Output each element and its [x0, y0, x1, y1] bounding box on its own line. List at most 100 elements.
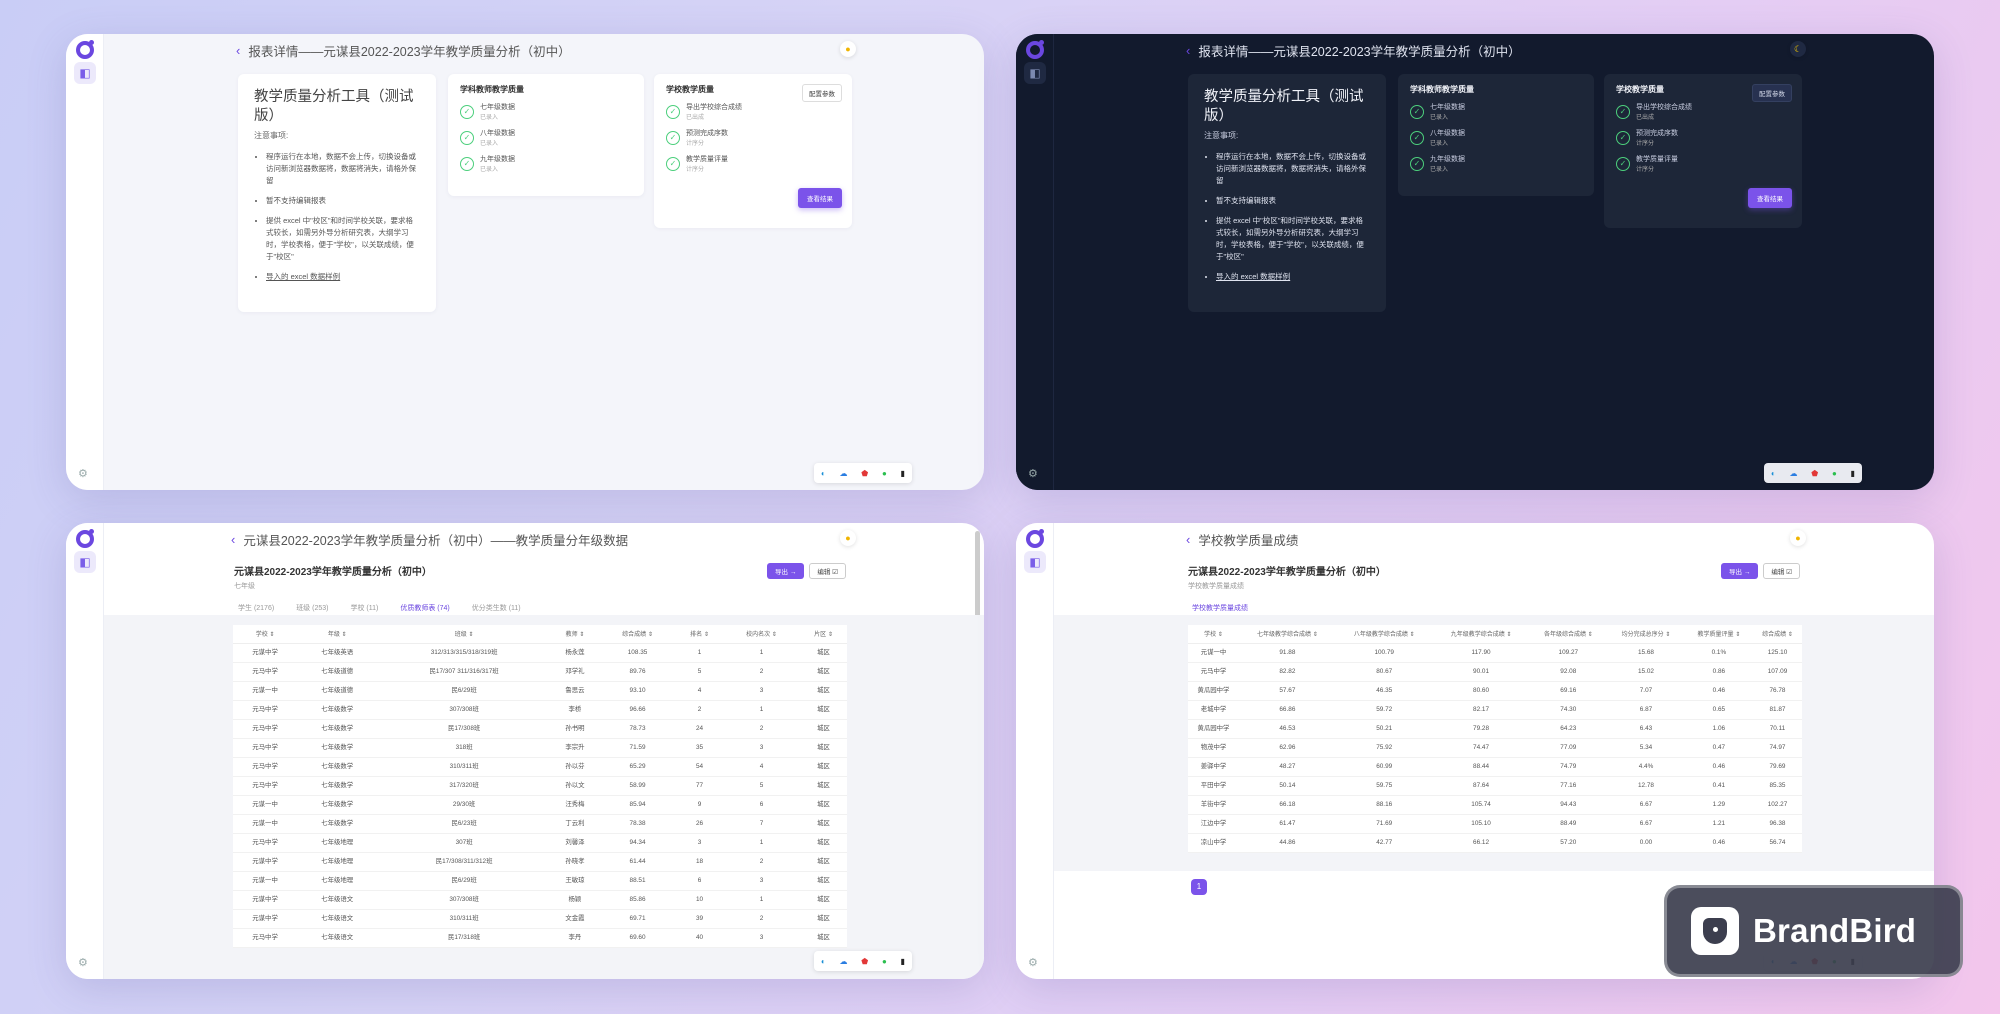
table-row[interactable]: 凉山中学 44.86 42.77 66.12 57.20 0.00 0.46 56.74 — [1188, 833, 1802, 853]
bookmark-icon[interactable]: ▮ — [1851, 469, 1855, 478]
column-header[interactable]: 年级 ⇕ — [297, 625, 378, 644]
column-header[interactable]: 各年级综合成绩 ⇕ — [1529, 625, 1608, 644]
cloud-icon[interactable]: ☁ — [840, 957, 848, 966]
config-button[interactable]: 配置参数 — [802, 84, 842, 102]
view-result-button[interactable]: 查看结果 — [1748, 188, 1792, 208]
pagination-page[interactable]: 1 — [1191, 879, 1207, 895]
theme-toggle-sun-icon[interactable]: ● — [1790, 530, 1806, 546]
table-row[interactable]: 元马中学 七年级数学 317/320班 孙以文 58.99 77 5 城区 — [233, 776, 847, 796]
settings-icon[interactable]: ⚙ — [1028, 956, 1038, 969]
sample-link[interactable]: 导入的 excel 数据样例 — [266, 271, 420, 283]
table-row[interactable]: 元谋中学 七年级语文 310/311班 文金霞 69.71 39 2 城区 — [233, 909, 847, 929]
table-row[interactable]: 元马中学 七年级数学 307/308班 李桥 96.66 2 1 城区 — [233, 700, 847, 720]
step-item[interactable]: ✓ 七年级数据 已录入 — [460, 103, 632, 121]
table-row[interactable]: 平田中学 50.14 59.75 87.64 77.16 12.78 0.41 85.35 — [1188, 776, 1802, 796]
export-button[interactable]: 导出 → — [767, 563, 805, 579]
back-arrow-icon[interactable]: ‹ — [236, 43, 240, 58]
table-row[interactable]: 江边中学 61.47 71.69 105.10 88.49 6.67 1.21 96.38 — [1188, 814, 1802, 834]
step-item[interactable]: ✓ 导出学校综合成绩 已出成 — [666, 103, 840, 121]
cloud-icon[interactable]: ☁ — [840, 469, 848, 478]
shield-icon[interactable]: ⬟ — [1811, 469, 1818, 478]
step-item[interactable]: ✓ 八年级数据 已录入 — [1410, 129, 1582, 147]
table-row[interactable]: 元马中学 七年级数学 318班 李宗升 71.59 35 3 城区 — [233, 738, 847, 758]
column-header[interactable]: 班级 ⇕ — [377, 625, 551, 644]
table-row[interactable]: 元马中学 七年级数学 310/311班 孙以芬 65.29 54 4 城区 — [233, 757, 847, 777]
back-arrow-icon[interactable]: ‹ — [1186, 532, 1190, 547]
settings-icon[interactable]: ⚙ — [78, 956, 88, 969]
table-row[interactable]: 元谋一中 七年级道德 民6/29班 鲁思云 93.10 4 3 城区 — [233, 681, 847, 701]
table-row[interactable]: 元谋中学 七年级地理 民17/308/311/312班 孙晓孝 61.44 18 2 城区 — [233, 852, 847, 872]
shield-icon[interactable]: ⬟ — [861, 957, 868, 966]
step-item[interactable]: ✓ 预测完成序数 计序分 — [1616, 129, 1790, 147]
back-arrow-icon[interactable]: ‹ — [1186, 43, 1190, 58]
export-button[interactable]: 导出 → — [1721, 563, 1759, 579]
sample-link[interactable]: 导入的 excel 数据样例 — [1216, 271, 1370, 283]
shield-icon[interactable]: ⬟ — [861, 469, 868, 478]
sidebar-toggle-icon[interactable]: ◧ — [1024, 62, 1046, 84]
column-header[interactable]: 教师 ⇕ — [550, 625, 599, 644]
table-row[interactable]: 黄瓜园中学 57.67 46.35 80.60 69.16 7.07 0.46 76.78 — [1188, 681, 1802, 701]
column-header[interactable]: 均分完成总序分 ⇕ — [1607, 625, 1685, 644]
step-item[interactable]: ✓ 九年级数据 已录入 — [460, 155, 632, 173]
table-row[interactable]: 元谋中学 七年级语文 307/308班 杨颖 85.86 10 1 城区 — [233, 890, 847, 910]
column-header[interactable]: 排名 ⇕ — [676, 625, 723, 644]
sidebar-toggle-icon[interactable]: ◧ — [74, 62, 96, 84]
table-row[interactable]: 元谋一中 七年级数学 民6/23班 丁云利 78.38 26 7 城区 — [233, 814, 847, 834]
bookmark-icon[interactable]: ▮ — [901, 957, 905, 966]
theme-toggle-sun-icon[interactable]: ● — [840, 41, 856, 57]
wechat-icon[interactable]: ● — [882, 469, 887, 478]
edge-icon[interactable]: ◐ — [821, 957, 826, 966]
table-row[interactable]: 羊街中学 66.18 88.16 105.74 94.43 6.67 1.29 102.27 — [1188, 795, 1802, 815]
view-result-button[interactable]: 查看结果 — [798, 188, 842, 208]
step-item[interactable]: ✓ 九年级数据 已录入 — [1410, 155, 1582, 173]
sidebar-toggle-icon[interactable]: ◧ — [74, 551, 96, 573]
column-header[interactable]: 综合成绩 ⇕ — [599, 625, 677, 644]
app-logo-icon[interactable] — [1026, 529, 1044, 548]
table-row[interactable]: 元马中学 82.82 80.67 90.01 92.08 15.02 0.86 107.09 — [1188, 662, 1802, 682]
edge-icon[interactable]: ◐ — [821, 469, 826, 478]
wechat-icon[interactable]: ● — [1832, 469, 1837, 478]
column-header[interactable]: 教学质量评量 ⇕ — [1684, 625, 1753, 644]
table-row[interactable]: 元谋一中 七年级数学 29/30班 汪秀梅 85.94 9 6 城区 — [233, 795, 847, 815]
settings-icon[interactable]: ⚙ — [78, 467, 88, 480]
column-header[interactable]: 片区 ⇕ — [800, 625, 847, 644]
sidebar-toggle-icon[interactable]: ◧ — [1024, 551, 1046, 573]
column-header[interactable]: 七年级教学综合成绩 ⇕ — [1238, 625, 1336, 644]
table-row[interactable]: 元马中学 七年级语文 民17/318班 李丹 69.60 40 3 城区 — [233, 928, 847, 948]
column-header[interactable]: 学校 ⇕ — [1188, 625, 1239, 644]
table-row[interactable]: 元谋一中 七年级地理 民6/29班 王敏琼 88.51 6 3 城区 — [233, 871, 847, 891]
edit-button[interactable]: 编辑 ☑ — [809, 563, 846, 579]
cloud-icon[interactable]: ☁ — [1790, 469, 1798, 478]
table-row[interactable]: 元马中学 七年级数学 民17/308班 孙书明 78.73 24 2 城区 — [233, 719, 847, 739]
step-item[interactable]: ✓ 八年级数据 已录入 — [460, 129, 632, 147]
table-row[interactable]: 老城中学 66.86 59.72 82.17 74.30 6.87 0.65 81.87 — [1188, 700, 1802, 720]
step-item[interactable]: ✓ 导出学校综合成绩 已出成 — [1616, 103, 1790, 121]
column-header[interactable]: 学校 ⇕ — [233, 625, 298, 644]
table-row[interactable]: 物茂中学 62.96 75.92 74.47 77.09 5.34 0.47 74.97 — [1188, 738, 1802, 758]
column-header[interactable]: 九年级教学综合成绩 ⇕ — [1432, 625, 1530, 644]
app-logo-icon[interactable] — [76, 40, 94, 59]
table-row[interactable]: 黄瓜园中学 46.53 50.21 79.28 64.23 6.43 1.06 70.11 — [1188, 719, 1802, 739]
step-item[interactable]: ✓ 预测完成序数 计序分 — [666, 129, 840, 147]
table-row[interactable]: 元马中学 七年级道德 民17/307 311/316/317班 邓学礼 89.76 5 2 城… — [233, 662, 847, 682]
column-header[interactable]: 校内名次 ⇕ — [722, 625, 801, 644]
edit-button[interactable]: 编辑 ☑ — [1763, 563, 1800, 579]
edge-icon[interactable]: ◐ — [1771, 469, 1776, 478]
app-logo-icon[interactable] — [76, 529, 94, 548]
column-header[interactable]: 八年级教学综合成绩 ⇕ — [1335, 625, 1433, 644]
settings-icon[interactable]: ⚙ — [1028, 467, 1038, 480]
theme-toggle-sun-icon[interactable]: ● — [840, 530, 856, 546]
table-row[interactable]: 姜驿中学 48.27 60.99 88.44 74.79 4.4% 0.46 79.69 — [1188, 757, 1802, 777]
config-button[interactable]: 配置参数 — [1752, 84, 1792, 102]
table-row[interactable]: 元马中学 七年级地理 307班 刘馨泽 94.34 3 1 城区 — [233, 833, 847, 853]
table-row[interactable]: 元谋中学 七年级英语 312/313/315/318/319班 杨永莲 108.35 1 1… — [233, 643, 847, 663]
wechat-icon[interactable]: ● — [882, 957, 887, 966]
step-item[interactable]: ✓ 教学质量评量 计序分 — [1616, 155, 1790, 173]
back-arrow-icon[interactable]: ‹ — [231, 532, 235, 547]
column-header[interactable]: 综合成绩 ⇕ — [1752, 625, 1802, 644]
theme-toggle-moon-icon[interactable]: ☾ — [1790, 41, 1806, 57]
step-item[interactable]: ✓ 教学质量评量 计序分 — [666, 155, 840, 173]
bookmark-icon[interactable]: ▮ — [901, 469, 905, 478]
table-row[interactable]: 元谋一中 91.88 100.79 117.90 109.27 15.68 0.1% 125.… — [1188, 643, 1802, 663]
step-item[interactable]: ✓ 七年级数据 已录入 — [1410, 103, 1582, 121]
